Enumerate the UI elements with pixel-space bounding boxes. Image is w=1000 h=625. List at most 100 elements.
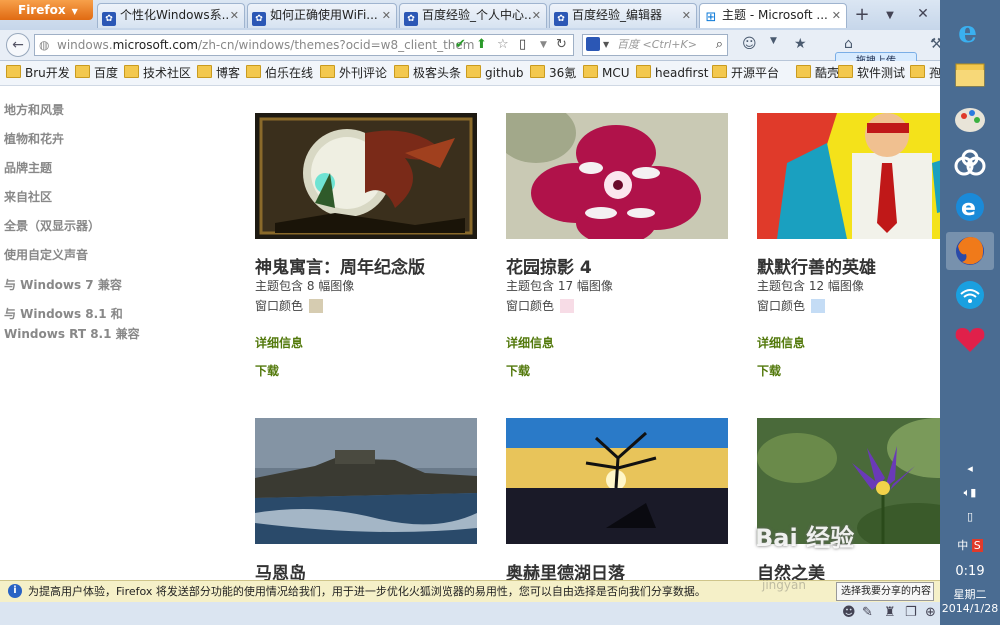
bookmark-folder[interactable]: headfirst — [636, 65, 708, 81]
star-icon[interactable]: ☆ — [497, 37, 509, 53]
sidebar-item-panoramic[interactable]: 全景（双显示器） — [4, 216, 100, 236]
close-tab-icon[interactable]: ✕ — [682, 4, 691, 27]
bookmark-folder[interactable]: MCU — [583, 65, 630, 81]
bookmark-folder[interactable]: 孢子 — [910, 65, 940, 81]
new-tab-button[interactable]: + — [848, 3, 876, 28]
sidebar-item-brands[interactable]: 品牌主题 — [4, 158, 52, 178]
sidebar-item-windows-rt[interactable]: Windows RT 8.1 兼容 — [4, 324, 140, 344]
bookmark-label: 酷壳 — [815, 66, 840, 80]
details-link[interactable]: 详细信息 — [757, 334, 805, 351]
tab-wifi[interactable]: ✿ 如何正确使用WiFi... ✕ — [247, 3, 397, 28]
theme-thumbnail-heroes[interactable] — [757, 113, 940, 239]
cloud-icon — [954, 149, 986, 176]
bookmark-label: 开源平台 — [731, 66, 780, 80]
bookmark-folder[interactable]: github — [466, 65, 523, 81]
theme-title[interactable]: 默默行善的英雄 — [757, 253, 876, 278]
tab-microsoft-themes[interactable]: ⊞ 主题 - Microsoft ... ✕ — [699, 3, 847, 28]
bookmark-folder[interactable]: 技术社区 — [124, 65, 191, 81]
bookmark-label: 伯乐在线 — [265, 66, 314, 80]
bookmark-label: github — [485, 66, 524, 80]
sidebar-item-windows81[interactable]: 与 Windows 8.1 和 — [4, 304, 123, 324]
download-link[interactable]: 下载 — [757, 362, 781, 379]
bookmark-folder[interactable]: 开源平台 — [712, 65, 779, 81]
theme-title[interactable]: 花园掠影 4 — [506, 253, 592, 278]
share-data-button[interactable]: 选择我要分享的内容 — [836, 582, 934, 601]
url-text[interactable]: windows.microsoft.com/zh-cn/windows/them… — [57, 35, 482, 55]
taskbar-browser[interactable]: e — [946, 188, 994, 226]
chevron-down-icon[interactable]: ▼ — [880, 3, 900, 28]
check-circle-icon[interactable]: ✔ — [455, 37, 466, 53]
sidebar-item-custom-sounds[interactable]: 使用自定义声音 — [4, 245, 88, 265]
url-path: /zh-cn/windows/themes?ocid=w8_client_the… — [197, 38, 475, 52]
chevron-down-icon[interactable]: ▼ — [603, 35, 609, 55]
close-tab-icon[interactable]: ✕ — [382, 4, 391, 27]
back-arrow-icon[interactable]: ← — [6, 33, 30, 57]
battery-icon[interactable]: ▯ — [940, 510, 1000, 523]
address-bar[interactable]: ◍ windows.microsoft.com/zh-cn/windows/th… — [34, 34, 574, 56]
ime-indicator[interactable]: 中 S — [940, 537, 1000, 553]
brush-icon[interactable]: ✎ — [862, 605, 873, 620]
sidebar-item-places[interactable]: 地方和风景 — [4, 100, 64, 120]
theme-thumbnail-isle-of-man[interactable] — [255, 418, 477, 544]
taskbar-baidu-cloud[interactable] — [946, 144, 994, 182]
mask-icon[interactable]: ☻ — [842, 605, 856, 620]
details-link[interactable]: 详细信息 — [506, 334, 554, 351]
tray-expand-icon[interactable]: ◂ — [940, 462, 1000, 475]
reload-icon[interactable]: ↻ — [556, 37, 567, 53]
close-tab-icon[interactable]: ✕ — [230, 4, 239, 27]
taskbar-paint[interactable] — [946, 100, 994, 138]
bookmark-folder[interactable]: Bru开发 — [6, 65, 70, 81]
search-box[interactable]: ▼ 百度 <Ctrl+K> ⌕ — [582, 34, 728, 56]
bookmark-folder[interactable]: 百度 — [75, 65, 118, 81]
baidu-paw-icon[interactable] — [586, 37, 600, 51]
bookmark-folder[interactable]: 软件测试 — [838, 65, 905, 81]
close-tab-icon[interactable]: ✕ — [532, 4, 541, 27]
tab-personalize-windows[interactable]: ✿ 个性化Windows系... ✕ — [97, 3, 245, 28]
details-link[interactable]: 详细信息 — [255, 334, 303, 351]
up-arrow-icon[interactable]: ⬆ — [476, 37, 487, 53]
firefox-menu-button[interactable]: Firefox ▼ — [0, 0, 93, 20]
search-icon[interactable]: ⌕ — [716, 35, 723, 55]
taskbar-firefox[interactable] — [946, 232, 994, 270]
taskbar-explorer[interactable] — [946, 56, 994, 94]
download-link[interactable]: 下载 — [506, 362, 530, 379]
home-icon[interactable]: ⌂ — [844, 36, 853, 52]
bookmark-folder[interactable]: 外刊评论 — [320, 65, 387, 81]
bookmark-folder[interactable]: 博客 — [197, 65, 240, 81]
taskbar-wifi[interactable] — [946, 276, 994, 314]
bookmark-folder[interactable]: 36氪 — [530, 65, 576, 81]
bookmark-folder[interactable]: 伯乐在线 — [246, 65, 313, 81]
sidebar-item-plants[interactable]: 植物和花卉 — [4, 129, 64, 149]
bookmark-label: 软件测试 — [857, 66, 906, 80]
theme-title[interactable]: 马恩岛 — [255, 559, 306, 580]
bookmark-folder[interactable]: 极客头条 — [394, 65, 461, 81]
bookmark-folder[interactable]: 酷壳 — [796, 65, 839, 81]
theme-thumbnail-garden[interactable] — [506, 113, 728, 239]
chevron-down-icon[interactable]: ▼ — [770, 36, 777, 46]
theme-thumbnail-ohrid-sunset[interactable] — [506, 418, 728, 544]
dropdown-icon[interactable]: ▼ — [540, 37, 547, 53]
download-link[interactable]: 下载 — [255, 362, 279, 379]
tab-baidu-editor[interactable]: ✿ 百度经验_编辑器 ✕ — [549, 3, 697, 28]
taskbar-ie[interactable]: e — [946, 12, 994, 50]
bookmarks-icon[interactable]: ★ — [794, 36, 807, 52]
shirt-icon[interactable]: ♜ — [884, 605, 896, 620]
window-icon[interactable]: ❐ — [905, 605, 917, 620]
sidebar-item-community[interactable]: 来自社区 — [4, 187, 52, 207]
time[interactable]: 0:19 — [940, 564, 1000, 579]
emoticon-icon[interactable]: ☺ — [742, 36, 757, 52]
theme-thumbnail-fable[interactable] — [255, 113, 477, 239]
folder-icon — [246, 65, 261, 78]
taskbar-heart-app[interactable] — [946, 320, 994, 358]
theme-title[interactable]: 神鬼寓言：周年纪念版 — [255, 253, 425, 278]
phone-icon[interactable]: ▯ — [519, 37, 526, 53]
theme-title[interactable]: 奥赫里德湖日落 — [506, 559, 625, 580]
theme-title[interactable]: 自然之美 — [757, 559, 825, 580]
clock[interactable]: 星期二 2014/1/28 — [940, 588, 1000, 616]
close-window-icon[interactable]: ✕ — [913, 3, 933, 25]
sidebar-item-windows7[interactable]: 与 Windows 7 兼容 — [4, 275, 122, 295]
add-icon[interactable]: ⊕ — [925, 605, 936, 620]
tab-baidu-personal-center[interactable]: ✿ 百度经验_个人中心... ✕ — [399, 3, 547, 28]
volume-icon[interactable]: 🔈︎▮ — [940, 486, 1000, 500]
close-tab-icon[interactable]: ✕ — [832, 4, 841, 27]
